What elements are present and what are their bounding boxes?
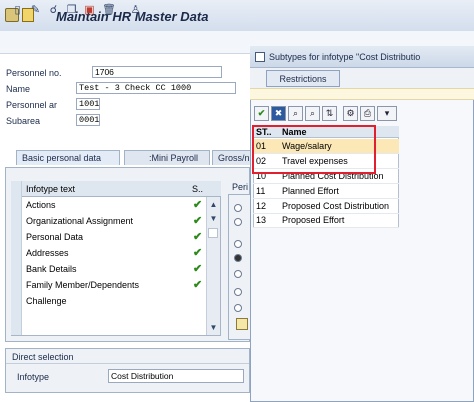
personnel-area-field: 1001 — [76, 98, 100, 110]
dialog-title: Subtypes for infotype "Cost Distributio — [269, 52, 421, 62]
row-selector[interactable] — [11, 197, 22, 213]
check-icon: ✔ — [193, 215, 203, 227]
tab-mini-payroll[interactable]: :Mini Payroll — [124, 150, 210, 165]
infotype-row-family[interactable]: Family Member/Dependents — [26, 277, 139, 293]
subtype-name: Proposed Effort — [282, 215, 345, 225]
infotype-row-bank-details[interactable]: Bank Details — [26, 261, 77, 277]
divider — [6, 363, 249, 364]
tab-gross-net[interactable]: Gross/n — [212, 150, 252, 165]
subtype-code: 13 — [256, 215, 267, 225]
delimit-icon[interactable]: ▣ — [84, 4, 95, 16]
window-icon — [255, 52, 265, 62]
period-radio[interactable] — [234, 240, 242, 248]
personnel-no-label: Personnel no. — [6, 68, 62, 78]
sort-icon[interactable]: ⇅ — [322, 106, 337, 121]
infotype-row-personal-data[interactable]: Personal Data — [26, 229, 83, 245]
find-next-icon[interactable]: ⌕ — [305, 106, 320, 121]
subtype-name: Planned Effort — [282, 186, 339, 196]
row-selector[interactable] — [11, 245, 22, 261]
print-icon[interactable]: ⎙ — [360, 106, 375, 121]
settings-icon[interactable]: ⚙ — [343, 106, 358, 121]
restrictions-area — [250, 88, 474, 100]
subtype-row-12[interactable]: 12 Proposed Cost Distribution — [253, 199, 399, 214]
column-status[interactable]: S.. — [192, 181, 203, 197]
subarea-field: 0001 — [76, 114, 100, 126]
infotype-row-actions[interactable]: Actions — [26, 197, 56, 213]
row-selector[interactable] — [11, 261, 22, 277]
subtype-row-13[interactable]: 13 Proposed Effort — [253, 213, 399, 228]
subarea-label: Subarea — [6, 116, 41, 126]
copy-icon[interactable]: ❐ — [66, 4, 77, 16]
edit-icon[interactable]: ✎ — [30, 4, 41, 16]
row-selector[interactable] — [11, 229, 22, 245]
scroll-up-icon[interactable]: ▲ — [207, 199, 220, 211]
row-selector[interactable] — [11, 325, 22, 335]
personnel-area-label: Personnel ar — [6, 100, 58, 110]
check-icon: ✔ — [193, 247, 203, 259]
period-radio-selected[interactable] — [234, 254, 242, 262]
scroll-end-icon[interactable]: ▼ — [207, 322, 220, 334]
period-radio[interactable] — [234, 270, 242, 278]
check-icon: ✔ — [193, 199, 203, 211]
confirm-check-icon[interactable]: ✔ — [254, 106, 269, 121]
highlight-annotation-box — [252, 125, 376, 174]
delete-icon[interactable]: 🗑 — [102, 4, 116, 16]
infotype-row-org-assignment[interactable]: Organizational Assignment — [26, 213, 133, 229]
subtype-code: 11 — [256, 186, 266, 196]
subtype-row-11[interactable]: 11 Planned Effort — [253, 184, 399, 199]
select-all-button[interactable] — [11, 181, 22, 197]
period-radio[interactable] — [234, 304, 242, 312]
name-label: Name — [6, 84, 31, 94]
personnel-no-field[interactable]: 1706 — [92, 66, 222, 78]
name-field: Test - 3 Check CC 1000 — [76, 82, 236, 94]
scroll-down-icon[interactable]: ▼ — [207, 213, 220, 225]
tab-basic-personal-data[interactable]: Basic personal data — [16, 150, 120, 165]
subtype-name: Proposed Cost Distribution — [282, 201, 390, 211]
period-label: Peri — [232, 182, 249, 192]
infotype-row-addresses[interactable]: Addresses — [26, 245, 69, 261]
subtype-code: 12 — [256, 201, 267, 211]
infotype-label: Infotype — [17, 372, 50, 382]
period-radio[interactable] — [234, 204, 242, 212]
check-icon: ✔ — [193, 263, 203, 275]
find-icon[interactable]: ⌕ — [288, 106, 303, 121]
direct-selection-label: Direct selection — [12, 352, 74, 362]
cancel-x-icon[interactable]: ✖ — [271, 106, 286, 121]
display-icon[interactable]: ☌ — [48, 4, 59, 16]
person-icon[interactable]: ♙ — [130, 4, 141, 16]
row-selector[interactable] — [11, 277, 22, 293]
scroll-thumb[interactable] — [208, 228, 218, 238]
infotype-input[interactable]: Cost Distribution — [108, 369, 244, 383]
check-icon: ✔ — [193, 231, 203, 243]
column-infotype-text[interactable]: Infotype text — [26, 181, 75, 197]
new-icon[interactable]: ▯ — [12, 4, 23, 16]
tab-restrictions[interactable]: Restrictions — [266, 70, 340, 87]
infotype-row-challenge[interactable]: Challenge — [26, 293, 67, 309]
check-icon: ✔ — [193, 279, 203, 291]
export-dropdown-icon[interactable]: ▾ — [377, 106, 397, 121]
row-selector[interactable] — [11, 213, 22, 229]
calendar-icon[interactable] — [236, 318, 248, 330]
period-radio[interactable] — [234, 218, 242, 226]
row-selector[interactable] — [11, 309, 22, 325]
period-radio[interactable] — [234, 288, 242, 296]
row-selector[interactable] — [11, 293, 22, 309]
